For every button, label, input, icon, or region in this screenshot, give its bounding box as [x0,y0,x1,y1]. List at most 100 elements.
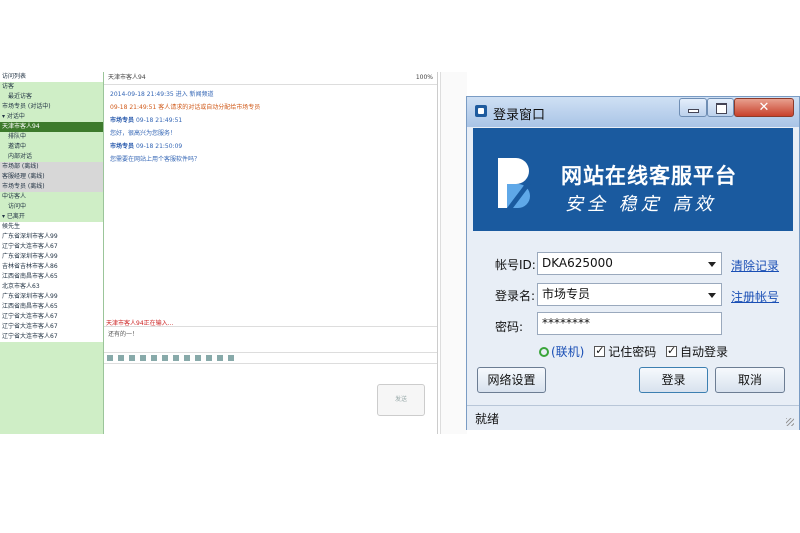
tree-item[interactable]: 访问列表 [0,72,103,82]
bold-icon[interactable] [107,355,113,361]
username-combobox[interactable]: 市场专员 [537,283,722,306]
chevron-down-icon[interactable] [708,293,716,298]
message-sender: 市场专员 [110,143,135,150]
tree-item-label: 访客 [2,83,15,90]
message-input[interactable]: 还有的一！ [104,326,437,350]
auto-login-checkbox[interactable] [666,344,678,357]
account-value: DKA625000 [542,256,613,270]
banner-title: 网站在线客服平台 [561,164,737,188]
dialog-title: 登录窗口 [493,108,546,123]
tree-item[interactable]: 辽宁省大连市客人67 [0,332,103,342]
chat-message: 市场专员 09-18 21:49:51 [104,115,437,124]
tree-item[interactable]: 广东省深圳市客人99 [0,292,103,302]
eraser-icon[interactable] [162,355,168,361]
tree-item[interactable]: 江西省南昌市客人65 [0,272,103,282]
tree-item[interactable]: 北京市客人63 [0,282,103,292]
tree-item[interactable]: 内部对话 [0,152,103,162]
tree-item[interactable]: 市场专员 (对话中) [0,102,103,112]
tree-item[interactable]: 天津市客人94 [0,122,103,132]
tree-item-label: 辽宁省大连市客人67 [2,323,58,330]
chat-message: 您好，很高兴为您服务！ [104,128,437,137]
font-color-icon[interactable] [140,355,146,361]
right-side-panel [440,72,467,434]
tree-item-label: 市场部 (离线) [2,163,39,170]
message-sender: 市场专员 [110,117,135,124]
underline-icon[interactable] [129,355,135,361]
chat-message: 市场专员 09-18 21:50:09 [104,141,437,150]
password-field[interactable]: ******** [537,312,722,335]
options-row: (联机) 记住密码 自动登录 [539,343,728,359]
dialog-titlebar[interactable]: 登录窗口 ✕ [467,97,799,127]
resize-grip-icon[interactable] [786,418,794,426]
tree-item[interactable]: 广东省深圳市客人99 [0,252,103,262]
status-text: 就绪 [475,412,500,426]
tree-item[interactable]: 访客 [0,82,103,92]
username-label: 登录名: [495,289,536,303]
account-combobox[interactable]: DKA625000 [537,252,722,275]
chevron-down-icon[interactable] [708,262,716,267]
tree-item-label: 排队中 [8,133,27,140]
auto-login-label[interactable]: 自动登录 [680,345,728,359]
tree-item[interactable]: 江西省南昌市客人65 [0,302,103,312]
online-status-label[interactable]: (联机) [551,345,584,359]
chat-panel: 天津市客人94 100% 2014-09-18 21:49:35 进入 新闻频道… [104,72,438,434]
register-link[interactable]: 注册帐号 [731,288,779,305]
cancel-button[interactable]: 取消 [715,367,785,393]
tree-item-label: 市场专员 (对话中) [2,103,51,110]
tree-item-label: 广东省深圳市客人99 [2,293,58,300]
send-button[interactable]: 发送 [377,384,425,416]
message-text: 您需要在网站上用个客服软件吗？ [110,156,201,163]
tree-item-label: 吉林省吉林市客人86 [2,263,58,270]
italic-icon[interactable] [118,355,124,361]
tree-item[interactable]: 邀请中 [0,142,103,152]
tree-item[interactable]: 候先生 [0,222,103,232]
link-icon[interactable] [173,355,179,361]
tree-item[interactable]: 客服经理 (离线) [0,172,103,182]
tree-item[interactable]: 辽宁省大连市客人67 [0,312,103,322]
network-settings-button[interactable]: 网络设置 [477,367,546,393]
image-icon[interactable] [184,355,190,361]
file-icon[interactable] [217,355,223,361]
brand-logo-icon [498,158,531,208]
login-dialog: 登录窗口 ✕ 网站在线客服平台 安全 稳定 高效 帐号ID: DKA625000… [466,96,800,430]
visitor-tree: 访问列表 访客最近访客 市场专员 (对话中) ▾ 对话中 天津市客人94 排队中邀请中内部… [0,72,104,434]
close-button[interactable]: ✕ [734,98,794,117]
tree-item-label: 江西省南昌市客人65 [2,303,58,310]
clear-history-link[interactable]: 清除记录 [731,257,779,274]
tree-item[interactable]: 中访客人 [0,192,103,202]
remember-password-label[interactable]: 记住密码 [608,345,656,359]
tree-item-label: 辽宁省大连市客人67 [2,333,58,340]
banner-slogan: 安全 稳定 高效 [565,194,717,215]
remember-password-checkbox[interactable] [594,344,606,357]
tree-item[interactable]: 辽宁省大连市客人67 [0,242,103,252]
message-text: 09-18 21:49:51 客人请求的对话或自动分配给市场专员 [110,104,261,111]
emoji-icon[interactable] [206,355,212,361]
settings-icon[interactable] [228,355,234,361]
tree-item[interactable]: 市场专员 (离线) [0,182,103,192]
tree-item[interactable]: 最近访客 [0,92,103,102]
tree-item[interactable]: 吉林省吉林市客人86 [0,262,103,272]
tree-item-label: 客服经理 (离线) [2,173,45,180]
format-toolbar [104,352,437,364]
chat-header: 天津市客人94 100% [104,72,437,85]
password-value: ******** [542,316,590,330]
message-list: 2014-09-18 21:49:35 进入 新闻频道 09-18 21:49:5… [104,89,437,163]
screenshot-icon[interactable] [195,355,201,361]
tree-item[interactable]: ▾ 已离开 [0,212,103,222]
tree-item[interactable]: 市场部 (离线) [0,162,103,172]
tree-item[interactable]: 排队中 [0,132,103,142]
tree-item-label: 访问中 [8,203,27,210]
zoom-level[interactable]: 100% [416,72,433,84]
message-text: 09-18 21:49:51 [135,117,183,124]
tree-item[interactable]: 访问中 [0,202,103,212]
tree-item[interactable]: 广东省深圳市客人99 [0,232,103,242]
minimize-button[interactable] [679,98,707,117]
tree-item[interactable]: 辽宁省大连市客人67 [0,322,103,332]
tree-item-label: 广东省深圳市客人99 [2,253,58,260]
brush-icon[interactable] [151,355,157,361]
maximize-button[interactable] [707,98,734,117]
tree-item-label: 辽宁省大连市客人67 [2,313,58,320]
tree-item[interactable]: ▾ 对话中 [0,112,103,122]
login-button[interactable]: 登录 [639,367,708,393]
tree-item-label: 邀请中 [8,143,27,150]
